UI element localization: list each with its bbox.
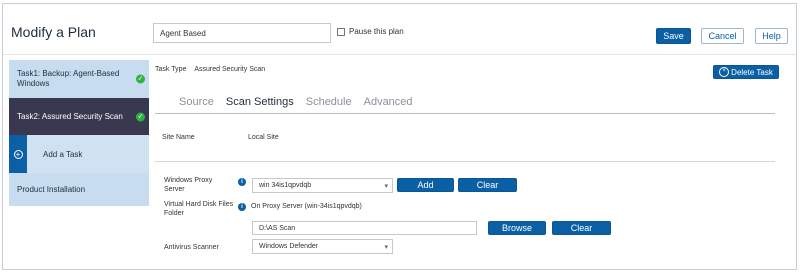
antivirus-scanner-label: Antivirus Scanner (164, 244, 219, 251)
sidebar-item-task2[interactable]: Task2: Assured Security Scan ✓ (9, 98, 149, 135)
info-icon[interactable]: i (238, 203, 246, 211)
info-icon[interactable]: i (238, 178, 246, 186)
sidebar-item-label: Add a Task (43, 149, 83, 159)
chevron-down-icon: ▾ (384, 243, 388, 251)
clear-path-button[interactable]: Clear (552, 221, 611, 235)
cancel-button[interactable]: Cancel (701, 28, 744, 44)
vhd-path-input[interactable]: D:\AS Scan (252, 221, 477, 235)
task-type-value: Assured Security Scan (194, 66, 266, 73)
tab-scan-settings[interactable]: Scan Settings (226, 96, 294, 112)
plus-icon: + (13, 149, 23, 159)
task-sidebar: Task1: Backup: Agent-Based Windows ✓ Tas… (9, 60, 149, 206)
tab-source[interactable]: Source (179, 96, 214, 112)
antivirus-scanner-value: Windows Defender (259, 243, 319, 250)
add-task-button[interactable]: + Add a Task (9, 135, 149, 173)
pause-checkbox[interactable] (337, 27, 345, 36)
proxy-server-label: Windows Proxy Server (164, 177, 213, 193)
sidebar-item-label: Product Installation (17, 185, 86, 194)
check-icon: ✓ (136, 74, 145, 84)
sidebar-item-label: Task2: Assured Security Scan (17, 112, 123, 121)
clear-proxy-button[interactable]: Clear (458, 178, 517, 192)
browse-button[interactable]: Browse (488, 221, 546, 235)
vhd-path-value: D:\AS Scan (259, 224, 296, 232)
tab-schedule[interactable]: Schedule (306, 96, 352, 112)
sidebar-item-label: Task1: Backup: Agent-Based Windows (17, 69, 120, 88)
proxy-server-value: win 34is1qpvdqb (259, 182, 312, 189)
help-button[interactable]: Help (755, 28, 788, 44)
settings-tabs: Source Scan Settings Schedule Advanced (179, 96, 425, 112)
delete-task-button[interactable]: × Delete Task (713, 65, 779, 79)
site-name-label: Site Name (162, 134, 195, 141)
save-button[interactable]: Save (656, 28, 691, 44)
add-icon-box: + (9, 135, 27, 173)
check-icon: ✓ (136, 112, 145, 121)
add-proxy-button[interactable]: Add (397, 178, 454, 192)
proxy-server-select[interactable]: win 34is1qpvdqb ▾ (252, 178, 393, 193)
tab-advanced[interactable]: Advanced (364, 96, 413, 112)
vhd-folder-label: Virtual Hard Disk Files Folder (164, 201, 234, 217)
tabs-divider (155, 113, 775, 114)
plan-editor-window: Modify a Plan Agent Based Pause this pla… (2, 3, 797, 270)
vhd-location-text: On Proxy Server (win-34is1qpvdqb) (251, 203, 362, 210)
sidebar-item-task1[interactable]: Task1: Backup: Agent-Based Windows ✓ (9, 60, 149, 98)
page-title: Modify a Plan (11, 24, 96, 40)
plan-name-value: Agent Based (160, 28, 206, 38)
task-type: Task Type Assured Security Scan (155, 66, 265, 73)
antivirus-scanner-select[interactable]: Windows Defender ▾ (252, 239, 393, 254)
header: Modify a Plan Agent Based Pause this pla… (3, 4, 796, 55)
site-name-value: Local Site (248, 134, 279, 141)
delete-task-label: Delete Task (731, 67, 773, 77)
close-icon: × (719, 67, 730, 77)
sidebar-item-product-installation[interactable]: Product Installation (9, 173, 149, 206)
section-divider (155, 161, 775, 162)
pause-plan-toggle[interactable]: Pause this plan (337, 27, 404, 36)
chevron-down-icon: ▾ (384, 182, 388, 190)
task-type-label: Task Type (155, 66, 187, 73)
pause-label: Pause this plan (349, 27, 404, 36)
plan-name-input[interactable]: Agent Based (153, 23, 331, 43)
